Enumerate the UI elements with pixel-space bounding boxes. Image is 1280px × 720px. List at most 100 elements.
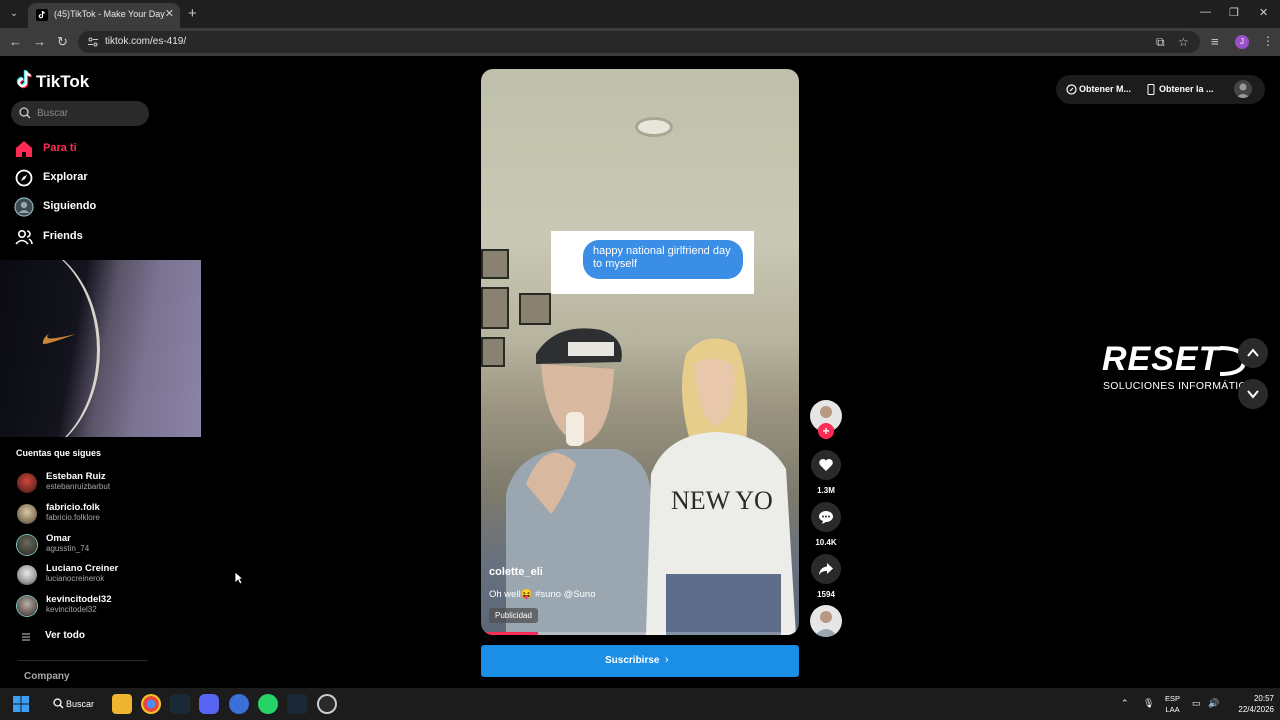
restore-icon[interactable]: ❐ [1229, 6, 1239, 19]
chrome-icon[interactable] [141, 694, 161, 714]
whatsapp-icon[interactable] [258, 694, 278, 714]
account-handle: kevincitodel32 [46, 605, 97, 614]
steam-icon[interactable] [287, 694, 307, 714]
tab-title: (45)TikTok - Make Your Day [54, 9, 165, 19]
search-icon [53, 698, 64, 709]
windows-start-icon[interactable] [13, 696, 29, 712]
game-launcher-icon[interactable] [317, 694, 337, 714]
home-icon [16, 141, 32, 157]
watermark-title: RESET [1102, 340, 1221, 378]
video-player[interactable]: NEW YO happy national girlfriend day to … [481, 69, 799, 635]
video-scene-person-right: NEW YO [646, 338, 796, 635]
account-handle: estebanruizbarbut [46, 482, 111, 491]
search-box[interactable] [11, 101, 149, 126]
following-section-title: Cuentas que sigues [16, 448, 102, 458]
volume-icon[interactable]: 🔊 [1208, 698, 1219, 709]
clock-time: 20:57 [1253, 694, 1274, 703]
like-button[interactable] [811, 450, 841, 480]
sidebar-video-preview[interactable] [0, 260, 201, 437]
avatar [17, 535, 37, 555]
tray-overflow-icon[interactable]: ⌃ [1121, 698, 1129, 709]
top-right-actions: Obtener M... Obtener la ... [1056, 75, 1265, 104]
account-handle: fabricio.folklore [46, 513, 100, 522]
share-icon [819, 563, 833, 575]
swoosh-logo-icon [42, 333, 76, 345]
subscribe-button[interactable]: Suscribirse › [481, 645, 799, 677]
video-caption: Oh well😝 #suno @Suno [489, 589, 596, 600]
get-app-button[interactable]: Obtener la ... [1159, 84, 1214, 94]
back-icon[interactable]: ← [9, 34, 22, 49]
browser-menu-icon[interactable]: ⋮ [1262, 34, 1274, 48]
minimize-icon[interactable]: — [1200, 6, 1211, 18]
clock[interactable]: 20:57 22/4/2026 [1224, 693, 1274, 715]
account-name: fabricio.folk [46, 502, 100, 513]
list-icon [22, 633, 30, 641]
file-explorer-icon[interactable] [112, 694, 132, 714]
account-name: kevincitodel32 [46, 594, 112, 605]
nav-label: Para ti [43, 142, 77, 154]
new-tab-icon[interactable]: + [188, 5, 197, 22]
media-control-icon[interactable]: ≡ [1211, 34, 1219, 49]
account-handle: agusstin_74 [46, 544, 90, 553]
phone-icon [1147, 84, 1155, 95]
avatar [17, 565, 37, 585]
browser-tab[interactable]: (45)TikTok - Make Your Day ✕ [28, 3, 180, 28]
discord-icon[interactable] [199, 694, 219, 714]
svg-text:NEW YO: NEW YO [671, 486, 773, 515]
site-info-icon[interactable] [87, 36, 99, 48]
chevron-down-icon [1247, 390, 1259, 399]
tab-close-icon[interactable]: ✕ [165, 7, 174, 20]
previous-video-button[interactable] [1238, 338, 1268, 368]
tiktok-favicon-icon [36, 9, 48, 21]
next-video-button[interactable] [1238, 379, 1268, 409]
following-avatar-icon [14, 197, 34, 217]
omnibox[interactable]: tiktok.com/es-419/ ⧉ ☆ [78, 31, 1200, 53]
avatar [17, 504, 37, 524]
comment-button[interactable] [811, 502, 841, 532]
user-avatar[interactable] [1234, 80, 1252, 98]
get-coins-button[interactable]: Obtener M... [1079, 84, 1131, 94]
browser-tab-bar: ⌄ (45)TikTok - Make Your Day ✕ + — ❐ ✕ [0, 0, 1280, 28]
nav-label: Explorar [43, 171, 88, 183]
text-overlay-card: happy national girlfriend day to myself [551, 231, 754, 294]
bookmark-star-icon[interactable]: ☆ [1178, 35, 1189, 49]
followed-account[interactable]: Luciano Creiner lucianocreinerok [16, 563, 196, 589]
forward-icon[interactable]: → [33, 34, 46, 49]
followed-account[interactable]: fabricio.folk fabricio.folklore [16, 502, 196, 528]
logo-text: TikTok [36, 72, 90, 91]
app-icon[interactable] [229, 694, 249, 714]
followed-account[interactable]: kevincitodel32 kevincitodel32 [16, 594, 196, 620]
url-text[interactable]: tiktok.com/es-419/ [105, 36, 186, 47]
microphone-icon[interactable]: 🎙 [1143, 698, 1154, 709]
language-indicator[interactable]: ESP LAA [1165, 693, 1180, 715]
network-icon[interactable]: ▭ [1192, 698, 1201, 709]
install-app-icon[interactable]: ⧉ [1156, 35, 1165, 50]
search-input[interactable] [37, 101, 145, 126]
tab-search-button[interactable]: ⌄ [4, 4, 24, 24]
share-button[interactable] [811, 554, 841, 584]
reload-icon[interactable]: ↻ [57, 34, 68, 50]
followed-account[interactable]: Esteban Ruiz estebanruizbarbut [16, 471, 196, 497]
music-disc-icon[interactable] [810, 605, 842, 637]
tiktok-logo[interactable]: TikTok [16, 69, 89, 94]
video-username[interactable]: colette_eli [489, 566, 543, 578]
profile-avatar[interactable]: J [1235, 35, 1249, 49]
tiktok-logo-icon [16, 69, 32, 89]
close-window-icon[interactable]: ✕ [1259, 6, 1268, 19]
mouse-cursor-icon [234, 571, 244, 585]
followed-account[interactable]: Omar agusstin_74 [16, 533, 196, 559]
language-code: ESP [1165, 694, 1181, 703]
video-progress-bar[interactable] [481, 632, 799, 635]
company-link[interactable]: Company [24, 671, 70, 682]
follow-plus-icon[interactable]: + [818, 423, 834, 439]
friends-icon [15, 229, 33, 245]
avatar [17, 596, 37, 616]
steam-icon[interactable] [170, 694, 190, 714]
chevron-right-icon: › [665, 654, 669, 666]
ad-badge: Publicidad [489, 608, 538, 623]
see-all-label: Ver todo [45, 630, 86, 641]
chevron-up-icon [1247, 348, 1259, 357]
nav-label: Siguiendo [43, 200, 97, 212]
account-name: Esteban Ruiz [46, 471, 106, 482]
keyboard-layout: LAA [1165, 705, 1180, 714]
